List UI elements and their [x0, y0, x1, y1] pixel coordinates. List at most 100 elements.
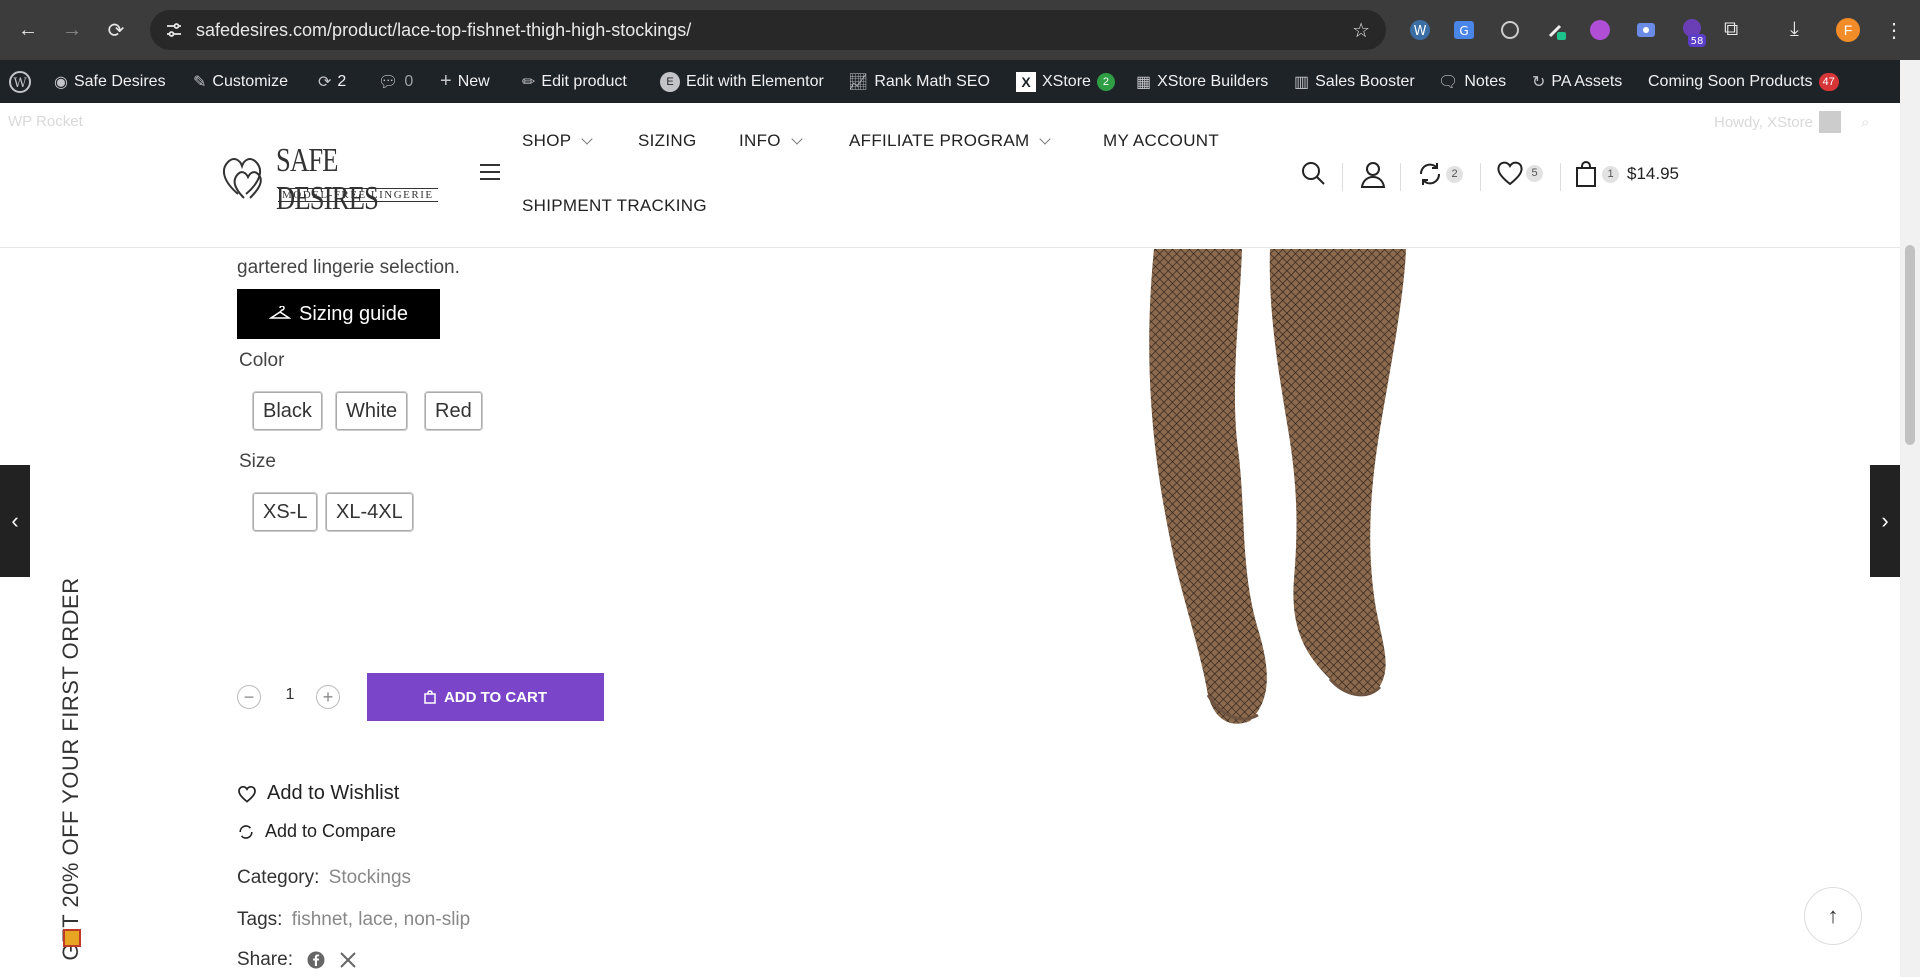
- brain-extension-icon[interactable]: [1588, 18, 1612, 42]
- shopping-bag-icon: [1576, 161, 1596, 187]
- wp-logo-icon[interactable]: W: [8, 60, 32, 103]
- site-settings-icon[interactable]: [164, 20, 184, 40]
- compare-count: 2: [1446, 165, 1463, 183]
- admin-search-icon[interactable]: ⌕: [1861, 114, 1869, 131]
- scrollbar-thumb[interactable]: [1905, 245, 1915, 445]
- nav-affiliate[interactable]: AFFILIATE PROGRAM: [849, 131, 1052, 151]
- wp-rocket-link[interactable]: WP Rocket: [8, 113, 83, 130]
- xstore-label: XStore: [1042, 72, 1091, 90]
- site-name-label: Safe Desires: [73, 72, 166, 90]
- quantity-plus-button[interactable]: +: [316, 685, 340, 709]
- wp-admin-bar: W ◉ Safe Desires ✎ Customize ⟳ 2 💬︎ 0 + New ✏…: [0, 60, 1920, 103]
- admin-updates[interactable]: ⟳ 2: [318, 60, 346, 103]
- admin-comments[interactable]: 💬︎ 0: [378, 60, 413, 103]
- x-twitter-icon[interactable]: [339, 951, 357, 969]
- bookmark-star-icon[interactable]: ☆: [1352, 18, 1370, 43]
- admin-new[interactable]: + New: [440, 60, 490, 103]
- admin-coming-soon[interactable]: Coming Soon Products 47: [1648, 60, 1839, 103]
- sync-extension-icon[interactable]: [1498, 18, 1522, 42]
- coming-soon-badge: 47: [1818, 72, 1839, 91]
- product-image-stockings[interactable]: [1130, 249, 1450, 729]
- color-swatch-white[interactable]: White: [334, 391, 409, 431]
- quantity-input[interactable]: 1: [280, 686, 300, 704]
- chevron-down-icon: [1039, 133, 1052, 145]
- user-icon[interactable]: [1360, 160, 1386, 188]
- add-compare-label: Add to Compare: [265, 821, 397, 841]
- size-swatch-xl-4xl[interactable]: XL-4XL: [325, 492, 414, 532]
- add-to-cart-button[interactable]: ADD TO CART: [367, 673, 604, 721]
- logo-wordmark: SAFE DESIRES: [276, 142, 379, 217]
- color-swatch-red[interactable]: Red: [424, 391, 483, 431]
- profile-initial: F: [1843, 22, 1853, 38]
- nav-sizing[interactable]: SIZING: [638, 131, 696, 151]
- first-order-promo-tab[interactable]: GET 20% OFF YOUR FIRST ORDER: [50, 577, 92, 960]
- svg-text:G: G: [1459, 24, 1468, 38]
- tags-label: Tags:: [237, 909, 283, 930]
- sizing-guide-button[interactable]: Sizing guide: [237, 289, 440, 339]
- nav-shop[interactable]: SHOP: [522, 131, 594, 151]
- admin-sales-booster[interactable]: ▥ Sales Booster: [1294, 60, 1415, 103]
- size-swatch-xs-l[interactable]: XS-L: [251, 492, 319, 532]
- site-logo[interactable]: SAFE DESIRES MODEL-FREE LINGERIE: [220, 138, 440, 217]
- profile-avatar[interactable]: F: [1836, 18, 1860, 42]
- address-bar[interactable]: safedesires.com/product/lace-top-fishnet…: [150, 10, 1386, 50]
- nav-shipment-tracking[interactable]: SHIPMENT TRACKING: [522, 196, 707, 216]
- pencil-icon: ✏︎: [522, 73, 536, 91]
- tag-link[interactable]: non-slip: [404, 909, 471, 930]
- prev-product-button[interactable]: ‹: [0, 465, 30, 577]
- plus-icon: +: [440, 70, 452, 92]
- wordpress-extension-icon[interactable]: W: [1408, 18, 1432, 42]
- admin-rank-math[interactable]: 📈︎ Rank Math SEO: [848, 60, 990, 103]
- admin-xstore[interactable]: X XStore 2: [1016, 60, 1115, 103]
- wishlist-link[interactable]: 5: [1496, 160, 1543, 186]
- nav-sizing-label: SIZING: [638, 131, 697, 150]
- page-scrollbar[interactable]: [1900, 60, 1920, 977]
- add-to-wishlist-link[interactable]: Add to Wishlist: [237, 782, 399, 805]
- compare-link[interactable]: 2: [1416, 160, 1463, 188]
- add-to-cart-label: ADD TO CART: [443, 688, 548, 706]
- admin-xstore-builders[interactable]: ▦ XStore Builders: [1136, 60, 1268, 103]
- cart-link[interactable]: 1 $14.95: [1574, 160, 1679, 188]
- tag-separator: ,: [347, 909, 359, 930]
- forward-icon[interactable]: →: [60, 18, 84, 42]
- admin-site-name[interactable]: ◉ Safe Desires: [54, 60, 166, 103]
- quantity-minus-button[interactable]: −: [237, 685, 261, 709]
- hanger-icon: [269, 306, 292, 319]
- nav-my-account[interactable]: MY ACCOUNT: [1103, 131, 1219, 151]
- extensions-puzzle-icon[interactable]: ⧉: [1724, 18, 1748, 42]
- admin-customize[interactable]: ✎ Customize: [193, 60, 288, 103]
- menu-kebab-icon[interactable]: ⋮: [1884, 18, 1908, 42]
- svg-text:W: W: [13, 76, 27, 91]
- next-product-button[interactable]: ›: [1870, 465, 1900, 577]
- back-icon[interactable]: ←: [16, 18, 40, 42]
- back-to-top-button[interactable]: ↑: [1804, 887, 1862, 945]
- tag-link[interactable]: fishnet: [292, 909, 348, 930]
- updates-icon: ⟳: [318, 73, 332, 91]
- admin-edit-product[interactable]: ✏︎ Edit product: [522, 60, 627, 103]
- howdy-label: Howdy, XStore: [1714, 113, 1813, 131]
- facebook-icon[interactable]: [307, 951, 325, 969]
- color-label: Color: [239, 350, 285, 371]
- howdy-account[interactable]: Howdy, XStore ⌕: [1714, 111, 1869, 133]
- download-icon[interactable]: ⤓: [1790, 18, 1814, 42]
- elementor-icon: E: [660, 71, 680, 92]
- translate-extension-icon[interactable]: G: [1452, 18, 1476, 42]
- notes-icon: 🗨︎: [1438, 73, 1459, 91]
- dropper-extension-icon[interactable]: [1544, 18, 1568, 42]
- reload-icon[interactable]: ⟳: [104, 18, 128, 42]
- size-label: Size: [239, 451, 276, 472]
- color-swatch-black[interactable]: Black: [252, 391, 323, 431]
- search-icon[interactable]: [1300, 160, 1326, 186]
- hamburger-menu-icon[interactable]: [478, 162, 502, 182]
- logo-tagline: MODEL-FREE LINGERIE: [278, 188, 438, 202]
- cart-total: $14.95: [1627, 164, 1679, 183]
- admin-pa-assets[interactable]: ↻ PA Assets: [1532, 60, 1622, 103]
- add-to-compare-link[interactable]: Add to Compare: [237, 821, 396, 842]
- nav-info[interactable]: INFO: [739, 131, 803, 151]
- tag-link[interactable]: lace: [358, 909, 393, 930]
- admin-edit-elementor[interactable]: E Edit with Elementor: [660, 60, 824, 103]
- screenshot-extension-icon[interactable]: [1634, 18, 1658, 42]
- category-link[interactable]: Stockings: [329, 867, 411, 888]
- admin-notes[interactable]: 🗨︎ Notes: [1438, 60, 1506, 103]
- counter-extension-icon[interactable]: 58: [1680, 18, 1706, 47]
